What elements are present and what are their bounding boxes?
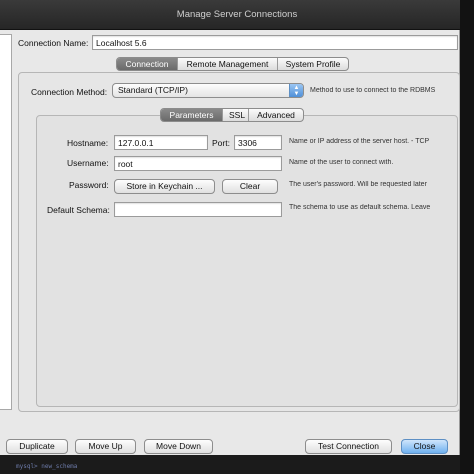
hostname-input[interactable]: 127.0.0.1	[114, 135, 208, 150]
parameter-tabs: Parameters SSL Advanced	[160, 108, 304, 122]
store-in-keychain-button[interactable]: Store in Keychain ...	[114, 179, 215, 194]
select-arrows-icon: ▲ ▼	[289, 84, 303, 97]
connection-list[interactable]	[0, 34, 12, 410]
move-up-button[interactable]: Move Up	[75, 439, 136, 454]
default-schema-help: The schema to use as default schema. Lea…	[289, 204, 431, 211]
connection-name-input[interactable]: Localhost 5.6	[92, 35, 458, 50]
hostname-help: Name or IP address of the server host. -…	[289, 138, 430, 145]
duplicate-button[interactable]: Duplicate	[6, 439, 68, 454]
connection-method-label: Connection Method:	[31, 87, 108, 97]
window-title: Manage Server Connections	[176, 9, 298, 20]
password-label: Password:	[69, 180, 109, 190]
move-down-button[interactable]: Move Down	[144, 439, 213, 454]
default-schema-label: Default Schema:	[47, 205, 110, 215]
tab-advanced[interactable]: Advanced	[249, 109, 303, 121]
tab-remote-management[interactable]: Remote Management	[178, 58, 278, 70]
port-label: Port:	[212, 138, 230, 148]
tab-connection[interactable]: Connection	[117, 58, 178, 70]
tab-parameters[interactable]: Parameters	[161, 109, 223, 121]
connection-method-help: Method to use to connect to the RDBMS	[310, 87, 436, 94]
tab-system-profile[interactable]: System Profile	[278, 58, 348, 70]
port-input[interactable]: 3306	[234, 135, 282, 150]
connection-tabs: Connection Remote Management System Prof…	[116, 57, 349, 71]
background-window-edge	[460, 0, 474, 474]
hostname-label: Hostname:	[67, 138, 109, 148]
background-terminal-text: mysql> new_schema	[16, 463, 78, 470]
username-label: Username:	[67, 158, 109, 168]
background-terminal: mysql> new_schema	[0, 455, 460, 474]
tab-ssl[interactable]: SSL	[223, 109, 249, 121]
clear-password-button[interactable]: Clear	[222, 179, 278, 194]
connection-name-label: Connection Name:	[18, 38, 89, 48]
test-connection-button[interactable]: Test Connection	[305, 439, 392, 454]
username-help: Name of the user to connect with.	[289, 159, 394, 166]
connection-method-select[interactable]: Standard (TCP/IP) ▲ ▼	[112, 83, 304, 98]
password-help: The user's password. Will be requested l…	[289, 181, 427, 188]
default-schema-input[interactable]	[114, 202, 282, 217]
window-titlebar: Manage Server Connections	[0, 0, 474, 30]
close-button[interactable]: Close	[401, 439, 448, 454]
username-input[interactable]: root	[114, 156, 282, 171]
connection-method-value: Standard (TCP/IP)	[118, 85, 188, 95]
